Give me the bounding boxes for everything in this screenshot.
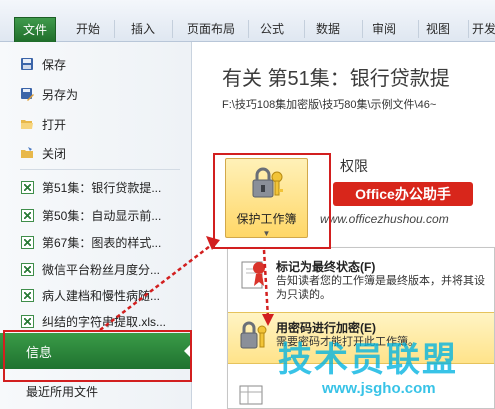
tab-home[interactable]: 开始 [70, 18, 106, 40]
recent-file-item[interactable]: 纠结的字符串提取.xls... [20, 310, 166, 332]
tab-page-layout[interactable]: 页面布局 [180, 18, 242, 40]
recent-file-item[interactable]: 微信平台粉丝月度分... [20, 258, 160, 280]
tab-data[interactable]: 数据 [310, 18, 346, 40]
save-as-icon [20, 87, 34, 101]
tab-separator [418, 20, 419, 38]
brand-url: www.officezhushou.com [320, 212, 449, 226]
tab-separator [248, 20, 249, 38]
permissions-heading: 权限 [340, 158, 368, 174]
mark-final-icon [238, 258, 270, 292]
recent-file-item[interactable]: 第67集：图表的样式... [20, 231, 161, 253]
excel-file-icon [20, 208, 34, 222]
recent-file-label: 纠结的字符串提取.xls... [42, 314, 167, 329]
tab-file[interactable]: 文件 [14, 17, 56, 42]
worksheet-icon [238, 384, 270, 409]
nav-close[interactable]: 关闭 [20, 142, 66, 164]
ribbon-tab-bar: 文件 开始 插入 页面布局 公式 数据 审阅 视图 开发 [0, 0, 495, 42]
document-path: F:\技巧108集加密版\技巧80集\示例文件\46~ [222, 99, 437, 111]
recent-file-item[interactable]: 第50集：自动显示前... [20, 204, 161, 226]
mark-final-description: 告知读者您的工作簿是最终版本，并将其设为只读的。 [276, 275, 485, 301]
tab-separator [304, 20, 305, 38]
lock-key-icon [238, 319, 270, 353]
excel-file-icon [20, 262, 34, 276]
watermark-text: 技术员联盟 [278, 341, 458, 379]
nav-save-as-label: 另存为 [42, 87, 79, 102]
recent-file-item[interactable]: 病人建档和慢性病随... [20, 284, 160, 306]
annotation-frame-protect [213, 153, 331, 249]
excel-file-icon [20, 180, 34, 194]
document-title: 有关 第51集：银行贷款提 [222, 68, 450, 90]
excel-file-icon [20, 235, 34, 249]
menu-item-mark-final[interactable]: 标记为最终状态(F) 告知读者您的工作簿是最终版本，并将其设为只读的。 [228, 252, 494, 301]
nav-save-as[interactable]: 另存为 [20, 83, 78, 105]
nav-open-label: 打开 [42, 117, 67, 132]
tab-separator [362, 20, 363, 38]
tab-separator [114, 20, 115, 38]
recent-file-label: 微信平台粉丝月度分... [42, 262, 161, 277]
nav-save[interactable]: 保存 [20, 53, 66, 75]
annotation-frame-info [3, 330, 192, 382]
tab-separator [172, 20, 173, 38]
watermark-url: www.jsgho.com [322, 380, 436, 397]
tab-review[interactable]: 审阅 [366, 18, 402, 40]
nav-open[interactable]: 打开 [20, 113, 66, 135]
recent-file-label: 第51集：银行贷款提... [42, 180, 162, 195]
tab-formulas[interactable]: 公式 [254, 18, 290, 40]
save-icon [20, 57, 34, 71]
recent-file-label: 第67集：图表的样式... [42, 235, 162, 250]
nav-save-label: 保存 [42, 57, 67, 72]
excel-file-icon [20, 314, 34, 328]
recent-file-item[interactable]: 第51集：银行贷款提... [20, 176, 161, 198]
tab-insert[interactable]: 插入 [122, 18, 164, 40]
nav-divider [20, 169, 180, 170]
tab-developer[interactable]: 开发 [472, 18, 495, 40]
close-folder-icon [20, 146, 34, 160]
excel-file-icon [20, 288, 34, 302]
tab-view[interactable]: 视图 [420, 18, 456, 40]
brand-badge: Office办公助手 [333, 182, 473, 206]
recent-file-label: 第50集：自动显示前... [42, 208, 162, 223]
mark-final-title: 标记为最终状态(F) [276, 260, 376, 274]
tab-separator [468, 20, 469, 38]
open-folder-icon [20, 117, 34, 131]
nav-close-label: 关闭 [42, 146, 67, 161]
recent-file-label: 病人建档和慢性病随... [42, 288, 161, 303]
nav-recent[interactable]: 最近所用文件 [26, 383, 98, 400]
